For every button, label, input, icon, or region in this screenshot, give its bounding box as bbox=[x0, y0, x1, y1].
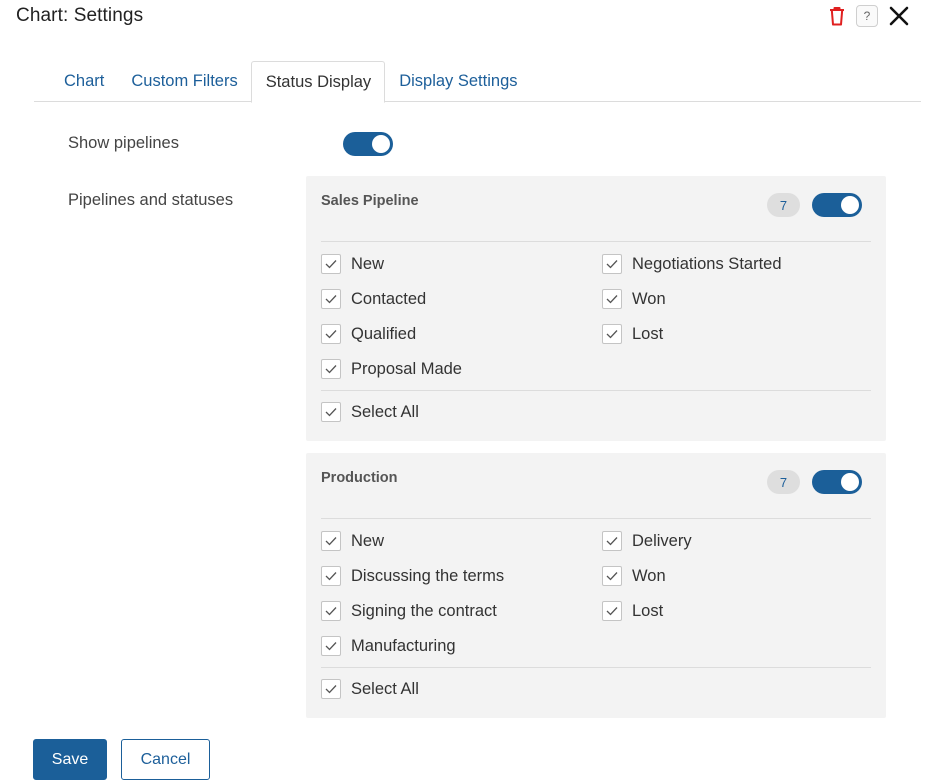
pipeline-toggle[interactable] bbox=[812, 193, 862, 217]
tab-custom-filters[interactable]: Custom Filters bbox=[117, 61, 250, 102]
select-all-label: Select All bbox=[351, 402, 419, 421]
status-item[interactable]: Won bbox=[602, 565, 666, 587]
pipeline-panel-production: Production 7 New Discussing the terms Si… bbox=[306, 453, 886, 718]
checkbox[interactable] bbox=[321, 636, 341, 656]
status-label: Proposal Made bbox=[351, 359, 462, 378]
pipeline-title: Sales Pipeline bbox=[321, 193, 419, 209]
status-label: Won bbox=[632, 289, 666, 308]
checkbox[interactable] bbox=[321, 566, 341, 586]
status-label: Signing the contract bbox=[351, 601, 497, 620]
status-label: New bbox=[351, 531, 385, 550]
status-item[interactable]: New bbox=[321, 253, 384, 275]
status-item[interactable]: Lost bbox=[602, 600, 663, 622]
status-label: New bbox=[351, 254, 385, 273]
tab-chart[interactable]: Chart bbox=[34, 61, 117, 102]
status-label: Won bbox=[632, 566, 666, 585]
show-pipelines-toggle[interactable] bbox=[343, 132, 393, 156]
checkbox[interactable] bbox=[321, 289, 341, 309]
checkbox[interactable] bbox=[321, 324, 341, 344]
status-label: Lost bbox=[632, 324, 664, 343]
status-count-badge: 7 bbox=[767, 470, 800, 494]
status-item[interactable]: New bbox=[321, 530, 384, 552]
checkbox[interactable] bbox=[321, 601, 341, 621]
status-item[interactable]: Signing the contract bbox=[321, 600, 497, 622]
checkbox[interactable] bbox=[602, 601, 622, 621]
dialog-header: Chart: Settings ? bbox=[0, 0, 932, 36]
select-all-item[interactable]: Select All bbox=[321, 678, 419, 700]
divider bbox=[321, 667, 871, 668]
pipeline-title: Production bbox=[321, 470, 398, 486]
checkbox[interactable] bbox=[602, 254, 622, 274]
toggle-knob bbox=[372, 135, 390, 153]
checkbox[interactable] bbox=[321, 359, 341, 379]
select-all-item[interactable]: Select All bbox=[321, 401, 419, 423]
status-item[interactable]: Negotiations Started bbox=[602, 253, 782, 275]
status-item[interactable]: Manufacturing bbox=[321, 635, 456, 657]
divider bbox=[321, 241, 871, 242]
status-item[interactable]: Lost bbox=[602, 323, 663, 345]
checkbox[interactable] bbox=[602, 289, 622, 309]
show-pipelines-label: Show pipelines bbox=[68, 134, 179, 152]
status-item[interactable]: Discussing the terms bbox=[321, 565, 504, 587]
status-label: Negotiations Started bbox=[632, 254, 782, 273]
toggle-knob bbox=[841, 196, 859, 214]
dialog-title: Chart: Settings bbox=[16, 5, 144, 26]
toggle-knob bbox=[841, 473, 859, 491]
divider bbox=[321, 390, 871, 391]
checkbox[interactable] bbox=[321, 402, 341, 422]
pipelines-and-statuses-label: Pipelines and statuses bbox=[68, 191, 234, 209]
header-actions: ? bbox=[828, 5, 910, 27]
checkbox[interactable] bbox=[602, 566, 622, 586]
trash-icon[interactable] bbox=[828, 6, 846, 26]
status-item[interactable]: Contacted bbox=[321, 288, 426, 310]
checkbox[interactable] bbox=[321, 254, 341, 274]
cancel-button[interactable]: Cancel bbox=[121, 739, 210, 780]
checkbox[interactable] bbox=[602, 324, 622, 344]
status-label: Contacted bbox=[351, 289, 427, 308]
checkbox[interactable] bbox=[321, 531, 341, 551]
checkbox[interactable] bbox=[321, 679, 341, 699]
status-label: Lost bbox=[632, 601, 664, 620]
help-icon[interactable]: ? bbox=[856, 5, 878, 27]
save-button[interactable]: Save bbox=[33, 739, 107, 780]
status-label: Delivery bbox=[632, 531, 692, 550]
status-item[interactable]: Qualified bbox=[321, 323, 416, 345]
pipeline-toggle[interactable] bbox=[812, 470, 862, 494]
pipeline-panel-sales: Sales Pipeline 7 New Contacted Qualified… bbox=[306, 176, 886, 441]
tab-display-settings[interactable]: Display Settings bbox=[385, 61, 530, 102]
tab-bar: Chart Custom Filters Status Display Disp… bbox=[34, 61, 921, 103]
status-label: Discussing the terms bbox=[351, 566, 505, 585]
status-item[interactable]: Proposal Made bbox=[321, 358, 462, 380]
status-label: Manufacturing bbox=[351, 636, 456, 655]
checkbox[interactable] bbox=[602, 531, 622, 551]
status-item[interactable]: Won bbox=[602, 288, 666, 310]
close-icon[interactable] bbox=[888, 5, 910, 27]
divider bbox=[321, 518, 871, 519]
status-item[interactable]: Delivery bbox=[602, 530, 692, 552]
status-count-badge: 7 bbox=[767, 193, 800, 217]
select-all-label: Select All bbox=[351, 679, 419, 698]
status-label: Qualified bbox=[351, 324, 417, 343]
tab-status-display[interactable]: Status Display bbox=[250, 61, 386, 103]
